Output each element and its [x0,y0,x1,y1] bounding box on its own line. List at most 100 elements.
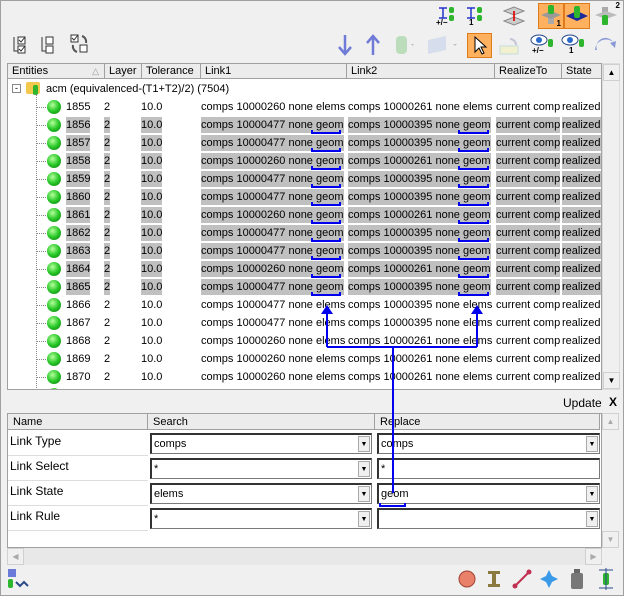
table-row[interactable]: 1867 2 10.0 comps 10000477 none elems comps … [8,314,601,332]
col-header-tolerance[interactable]: Tolerance [142,64,201,79]
show-hide-plus-minus-icon[interactable]: +/− [529,33,555,57]
table-row[interactable]: 1856 2 10.0 comps 10000477 none geom comps 1… [8,116,601,134]
dropdown-arrow-icon[interactable]: ▼ [358,461,370,477]
connector-tool-2-button[interactable] [564,3,590,29]
table-row[interactable]: 1870 2 10.0 comps 10000260 none elems comps … [8,368,601,386]
col-header-link2[interactable]: Link2 [347,64,495,79]
panel-horizontal-scrollbar[interactable]: ◀ ▶ [7,548,602,565]
scroll-down-button[interactable]: ▼ [602,531,619,548]
cell-link2: comps 10000395 none geom [348,171,491,187]
update-button[interactable]: Update [563,396,602,410]
realize-icon[interactable] [498,36,522,58]
realized-status-icon [47,316,61,330]
connector-one-icon[interactable]: 1 [464,5,486,27]
check-all-icon[interactable] [12,35,32,55]
move-up-icon[interactable] [364,33,382,57]
realized-status-icon [47,262,61,276]
cell-link1: comps 10000260 none elems [201,101,346,113]
connector-browser-icon[interactable] [6,568,30,590]
dropdown-arrow-icon[interactable]: ▼ [586,436,598,452]
undo-icon[interactable] [593,36,617,56]
connector-table[interactable]: Entities △ Layer Tolerance Link1 Link2 Re… [7,63,602,390]
dropdown-arrow-icon[interactable]: ▼ [358,511,370,527]
cell-link1: comps 10000477 none elems [201,387,345,389]
search-field[interactable]: * ▼ [150,458,372,479]
uncheck-all-icon[interactable] [40,35,60,55]
param-label: Link State [8,481,148,506]
one-badge: 1 [569,46,574,55]
table-row[interactable]: 1862 2 10.0 comps 10000477 none geom comps 1… [8,224,601,242]
spot-connector-icon[interactable] [458,570,476,588]
dropdown-arrow-icon[interactable]: ▼ [358,486,370,502]
col-header-state[interactable]: State [562,64,601,79]
connector-filter-icon[interactable] [393,34,417,56]
cell-state: realized [562,101,601,113]
replace-field[interactable]: ▼ [377,508,600,529]
connector-tool-3-icon[interactable]: 2 [594,1,620,29]
area-connector-icon[interactable] [539,569,559,589]
collapse-icon[interactable]: - [12,84,21,93]
connector-tool-1-button[interactable]: 1 [538,3,564,29]
select-pointer-button[interactable] [467,33,492,58]
scroll-up-button[interactable]: ▲ [602,413,619,430]
search-field[interactable]: elems ▼ [150,483,372,504]
table-row[interactable]: 1868 2 10.0 comps 10000260 none elems comps … [8,332,601,350]
move-down-icon[interactable] [336,33,354,57]
cell-link2: comps 10000261 none geom [348,261,491,277]
cell-entity-id: 1870 [66,371,91,383]
table-row[interactable]: 1861 2 10.0 comps 10000260 none geom comps 1… [8,206,601,224]
table-row[interactable]: 1866 2 10.0 comps 10000477 none elems comps … [8,296,601,314]
add-remove-connectors-icon[interactable]: +/− [436,5,458,27]
dropdown-arrow-icon[interactable]: ▼ [358,436,370,452]
search-value: elems [154,488,184,500]
cell-realize-to: current comp [496,225,561,241]
cell-entity-id: 1856 [66,117,91,133]
bolt-connector-icon[interactable] [486,569,502,589]
replace-field[interactable]: comps ▼ [377,433,600,454]
seam-connector-icon[interactable] [512,569,532,589]
cell-layer: 2 [104,335,111,347]
dropdown-arrow-icon[interactable]: ▼ [586,511,598,527]
cell-state: realized [562,243,601,259]
col-header-realizeto[interactable]: RealizeTo [495,64,562,79]
table-row[interactable]: 1863 2 10.0 comps 10000477 none geom comps 1… [8,242,601,260]
table-row[interactable]: 1855 2 10.0 comps 10000260 none elems comps … [8,98,601,116]
col-header-entities[interactable]: Entities △ [8,64,105,79]
show-hide-one-icon[interactable]: 1 [560,33,586,57]
cell-state: realized [562,299,601,311]
mass-connector-icon[interactable] [569,568,585,590]
col-header-layer[interactable]: Layer [105,64,142,79]
panel-vertical-scrollbar[interactable]: ▲ ▼ [602,413,620,548]
table-row[interactable]: 1859 2 10.0 comps 10000477 none geom comps 1… [8,170,601,188]
scroll-right-button[interactable]: ▶ [585,548,602,565]
table-row[interactable]: 1858 2 10.0 comps 10000260 none geom comps 1… [8,152,601,170]
cell-link2: comps 10000395 none elems [348,299,493,311]
table-row[interactable]: 1857 2 10.0 comps 10000477 none geom comps 1… [8,134,601,152]
reverse-check-icon[interactable] [68,33,92,55]
scroll-left-button[interactable]: ◀ [7,548,24,565]
dropdown-arrow-icon[interactable]: ▼ [586,486,598,502]
scroll-down-button[interactable]: ▼ [603,372,620,389]
table-row[interactable]: 1869 2 10.0 comps 10000260 none elems comps … [8,350,601,368]
table-row[interactable]: 1864 2 10.0 comps 10000260 none geom comps 1… [8,260,601,278]
tree-root-label: acm (equivalenced-(T1+T2)/2) (7504) [46,83,230,95]
search-field[interactable]: * ▼ [150,508,372,529]
apply-mass-icon[interactable] [596,567,614,591]
search-field[interactable]: comps ▼ [150,433,372,454]
planes-connector-icon[interactable] [502,5,526,27]
replace-field[interactable]: * [377,458,600,479]
scroll-up-button[interactable]: ▲ [603,64,620,81]
table-row[interactable]: 1860 2 10.0 comps 10000477 none geom comps 1… [8,188,601,206]
table-row[interactable]: 1865 2 10.0 comps 10000477 none geom comps 1… [8,278,601,296]
cell-tolerance: 10.0 [141,171,163,187]
cell-realize-to: current comp [496,387,560,389]
surface-filter-icon[interactable] [425,34,461,56]
grid-vertical-scrollbar[interactable]: ▲ ▼ [602,63,620,390]
replace-field[interactable]: geom ▼ [377,483,600,504]
close-panel-button[interactable]: X [609,395,617,409]
cell-link2: comps 10000261 none elems [348,371,493,383]
table-row[interactable]: 1871 2 10.0 comps 10000477 none elemscomps … [8,386,601,389]
col-header-link1[interactable]: Link1 [201,64,347,79]
cell-entity-id: 1857 [66,135,91,151]
tree-root-row[interactable]: - acm (equivalenced-(T1+T2)/2) (7504) [8,80,601,98]
